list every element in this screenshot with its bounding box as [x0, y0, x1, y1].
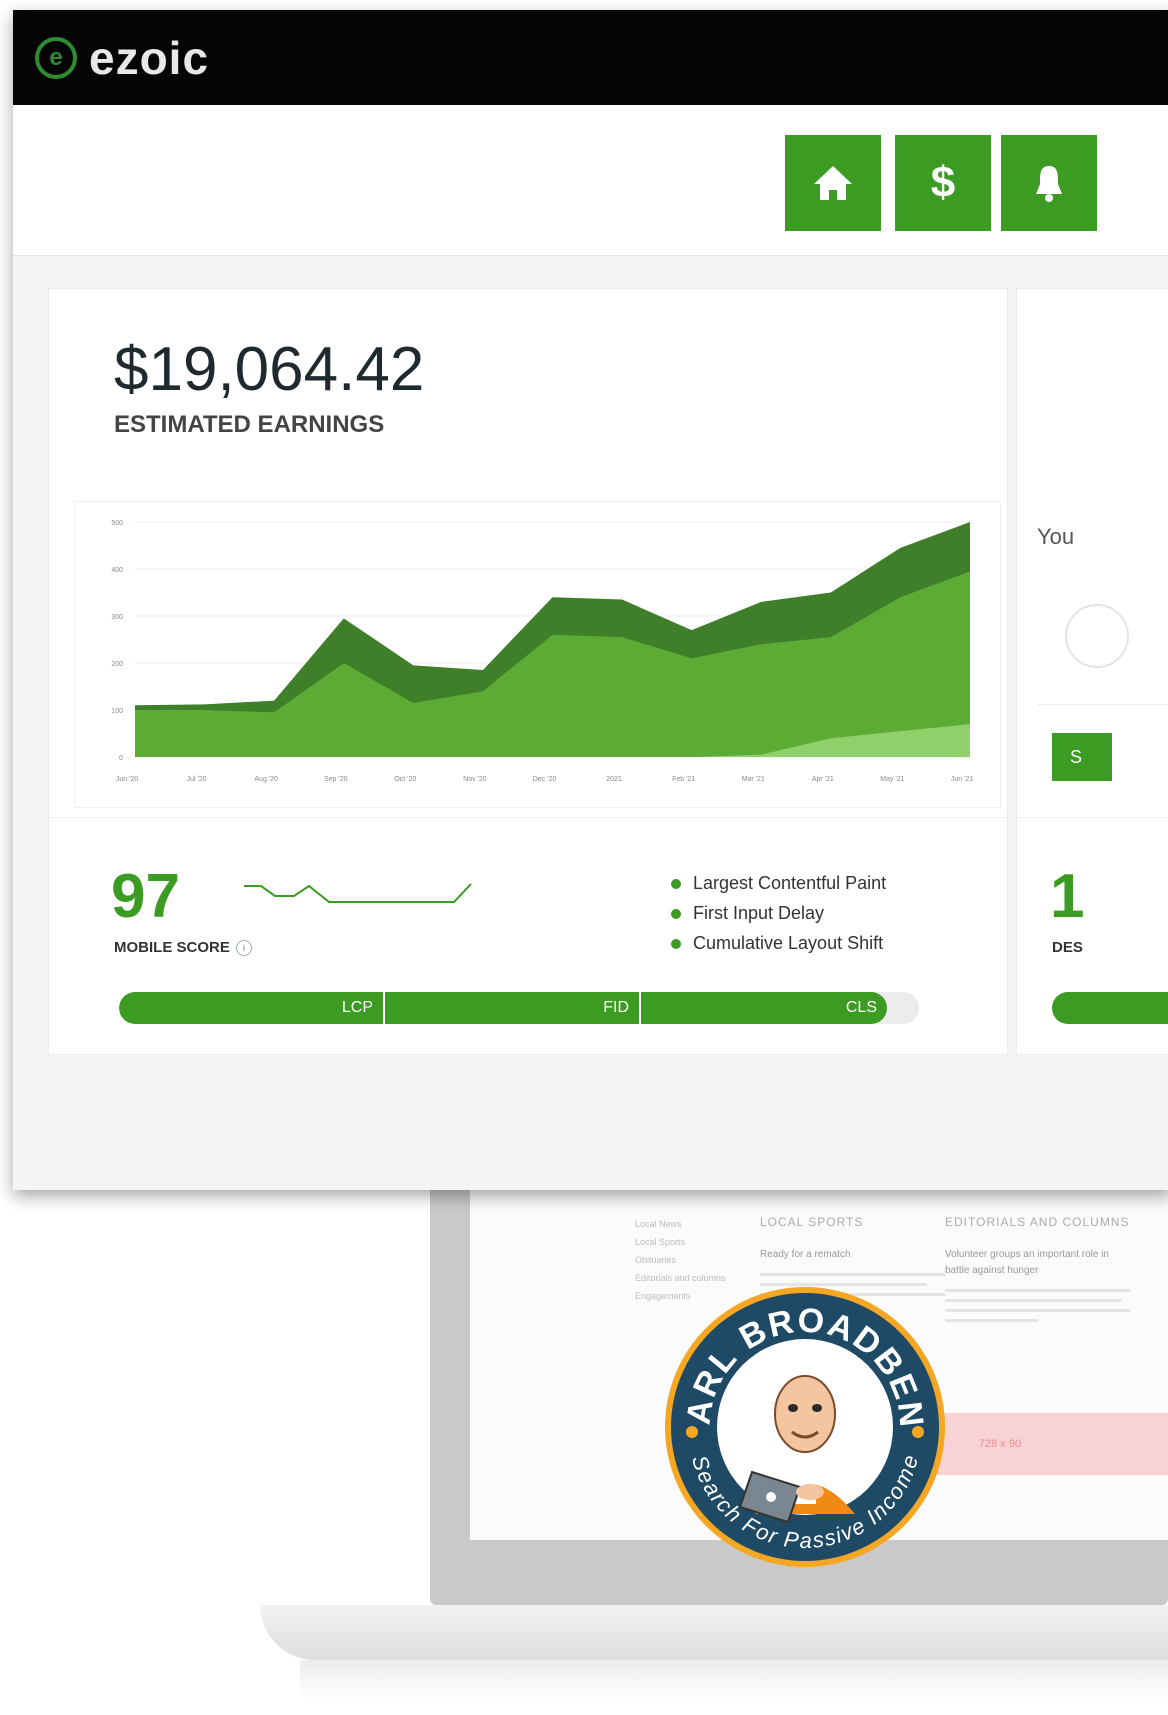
home-button[interactable] — [785, 135, 881, 231]
card-divider — [49, 817, 1007, 818]
side-card-divider — [1037, 704, 1168, 705]
fid-segment[interactable]: FID — [383, 992, 639, 1024]
laptop-shadow — [300, 1660, 1168, 1700]
x-tick-label: Aug '20 — [254, 776, 278, 783]
x-tick-label: 2021 — [606, 776, 622, 783]
desktop-vitals-bar — [1052, 992, 1168, 1024]
x-tick-label: May '21 — [880, 776, 904, 783]
x-tick-label: Jul '20 — [187, 776, 207, 783]
estimated-earnings-label: ESTIMATED EARNINGS — [114, 411, 385, 438]
carl-broadbent-badge[interactable]: CARL BROADBENT Search For Passive Income — [660, 1282, 950, 1572]
bg-column-body — [945, 1289, 1130, 1322]
estimated-earnings-value: $19,064.42 — [114, 335, 425, 404]
laptop-base — [260, 1605, 1168, 1660]
bg-column-heading: EDITORIALS AND COLUMNS — [945, 1215, 1130, 1229]
x-tick-label: Dec '20 — [533, 776, 557, 783]
x-tick-label: Feb '21 — [672, 776, 695, 783]
mobile-score-label-text: MOBILE SCORE — [114, 939, 230, 956]
legend-item-lcp: Largest Contentful Paint — [671, 873, 886, 894]
ezoic-logo-icon: e — [35, 36, 77, 79]
x-tick-label: Nov '20 — [463, 776, 487, 783]
legend-label: Largest Contentful Paint — [693, 873, 887, 893]
info-icon[interactable]: i — [235, 939, 252, 956]
toolbar: $ — [13, 105, 1168, 256]
side-card-avatar — [1065, 604, 1129, 668]
earnings-area-chart[interactable]: 0 100 200 300 400 500 Jun '20 Jul '20 Aug '20 Sep… — [74, 501, 1001, 808]
desktop-score-value: 1 — [1050, 862, 1085, 931]
bg-column-headline[interactable]: Ready for a rematch — [760, 1247, 945, 1263]
notifications-button[interactable] — [1001, 135, 1097, 231]
ezoic-dashboard-window: e ezoic $ $19,064.42 ESTIMATED EARNINGS … — [13, 10, 1168, 1190]
earnings-chart-svg: 0 100 200 300 400 500 Jun '20 Jul '20 Aug '20 Sep… — [111, 520, 973, 783]
side-card-text: You — [1037, 524, 1075, 549]
mobile-score-label: MOBILE SCORE i — [114, 939, 252, 956]
legend-item-fid: First Input Delay — [671, 903, 886, 924]
y-tick-label: 500 — [111, 520, 123, 527]
x-tick-label: Oct '20 — [394, 776, 416, 783]
bg-column-heading: LOCAL SPORTS — [760, 1215, 864, 1229]
legend-label: First Input Delay — [693, 903, 825, 923]
legend-item-cls: Cumulative Layout Shift — [671, 933, 886, 954]
home-icon — [814, 166, 852, 200]
y-tick-label: 100 — [111, 708, 123, 715]
earnings-card: $19,064.42 ESTIMATED EARNINGS 0 100 200 300… — [48, 288, 1008, 1055]
y-tick-label: 200 — [111, 661, 123, 668]
web-vitals-progress-bar: LCP FID CLS — [119, 992, 919, 1024]
y-tick-label: 300 — [111, 614, 123, 621]
bg-column-headline[interactable]: Volunteer groups an important role in ba… — [945, 1247, 1130, 1279]
bg-nav-item[interactable]: Local News — [635, 1215, 726, 1233]
side-card-divider — [1017, 817, 1168, 818]
y-tick-label: 400 — [111, 567, 123, 574]
dollar-icon: $ — [930, 158, 956, 207]
x-tick-label: Jun '21 — [951, 776, 973, 783]
badge-dot — [912, 1426, 924, 1438]
x-tick-label: Apr '21 — [812, 776, 834, 783]
mobile-score-value: 97 — [111, 862, 180, 931]
ezoic-logo[interactable]: e ezoic — [35, 31, 209, 85]
cls-segment[interactable]: CLS — [639, 992, 887, 1024]
x-tick-label: Sep '20 — [324, 776, 348, 783]
legend-dot — [671, 908, 681, 919]
legend-label: Cumulative Layout Shift — [693, 933, 884, 953]
earnings-button[interactable]: $ — [895, 135, 991, 231]
bg-column-editorials: EDITORIALS AND COLUMNS Volunteer groups … — [945, 1215, 1130, 1329]
x-tick-label: Jun '20 — [116, 776, 138, 783]
logo-text: ezoic — [89, 31, 210, 84]
legend-dot — [671, 878, 681, 889]
lcp-segment[interactable]: LCP — [119, 992, 383, 1024]
web-vitals-legend: Largest Contentful Paint First Input Del… — [671, 873, 886, 963]
top-navigation-bar: e ezoic — [13, 10, 1168, 105]
bell-icon — [1036, 166, 1062, 202]
bg-nav-item[interactable]: Local Sports — [635, 1233, 726, 1251]
desktop-score-label: DES — [1052, 939, 1083, 956]
y-tick-label: 0 — [119, 755, 123, 762]
x-tick-label: Mar '21 — [742, 776, 765, 783]
mobile-score-sparkline — [244, 883, 472, 903]
bg-nav-item[interactable]: Obituaries — [635, 1251, 726, 1269]
legend-dot — [671, 938, 681, 949]
side-card-button[interactable]: S — [1052, 733, 1112, 781]
badge-dot — [686, 1426, 698, 1438]
side-card: You S 1 DES — [1016, 288, 1168, 1055]
